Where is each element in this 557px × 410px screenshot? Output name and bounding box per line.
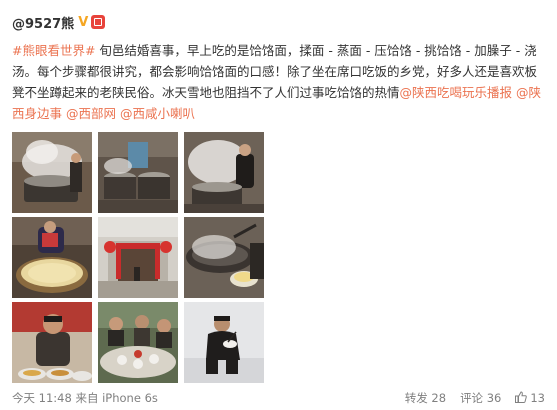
- photo-man-with-noodles[interactable]: [12, 302, 92, 383]
- username[interactable]: @9527熊: [12, 13, 74, 32]
- mention-link-xixian[interactable]: @西咸小喇叭: [120, 106, 195, 121]
- repost-count: 转发 28: [404, 391, 447, 405]
- photo-kitchen-stoves[interactable]: [98, 132, 178, 213]
- post-time-source: 今天 11:48 来自 iPhone 6s: [12, 391, 158, 405]
- photo-dining-table[interactable]: [98, 302, 178, 383]
- mention-link-xibu-net[interactable]: @西部网: [66, 106, 116, 121]
- like-button[interactable]: 13: [515, 390, 545, 406]
- mention-link-shaanxi-food[interactable]: @陕西吃喝玩乐播报: [400, 85, 513, 100]
- photo-noodle-basket[interactable]: [12, 217, 92, 298]
- post-footer: 今天 11:48 来自 iPhone 6s 转发 28 评论 36 13: [12, 388, 545, 408]
- photo-squatting-eater[interactable]: [184, 302, 264, 383]
- thumbs-up-icon: [515, 390, 528, 406]
- verified-badge-icon[interactable]: V: [78, 16, 88, 29]
- repost-button[interactable]: 转发 28: [405, 390, 446, 406]
- photo-grid: [12, 132, 545, 383]
- photo-wok-ladle[interactable]: [184, 217, 264, 298]
- comment-button[interactable]: 评论 36: [460, 390, 501, 406]
- photo-steaming-pots[interactable]: [12, 132, 92, 213]
- hashtag-link[interactable]: #熊眼看世界#: [12, 43, 95, 58]
- post-header: @9527熊 V: [12, 10, 545, 34]
- like-count: 13: [530, 391, 545, 405]
- post-text: #熊眼看世界# 旬邑结婚喜事，早上吃的是饸饹面，揉面 - 蒸面 - 压饸饹 - …: [12, 40, 547, 124]
- comment-count: 评论 36: [460, 391, 502, 405]
- red-envelope-badge-icon[interactable]: [91, 15, 106, 29]
- photo-cook-steam[interactable]: [184, 132, 264, 213]
- weibo-post-card: @9527熊 V #熊眼看世界# 旬邑结婚喜事，早上吃的是饸饹面，揉面 - 蒸面…: [0, 0, 557, 410]
- photo-red-lantern-gate[interactable]: [98, 217, 178, 298]
